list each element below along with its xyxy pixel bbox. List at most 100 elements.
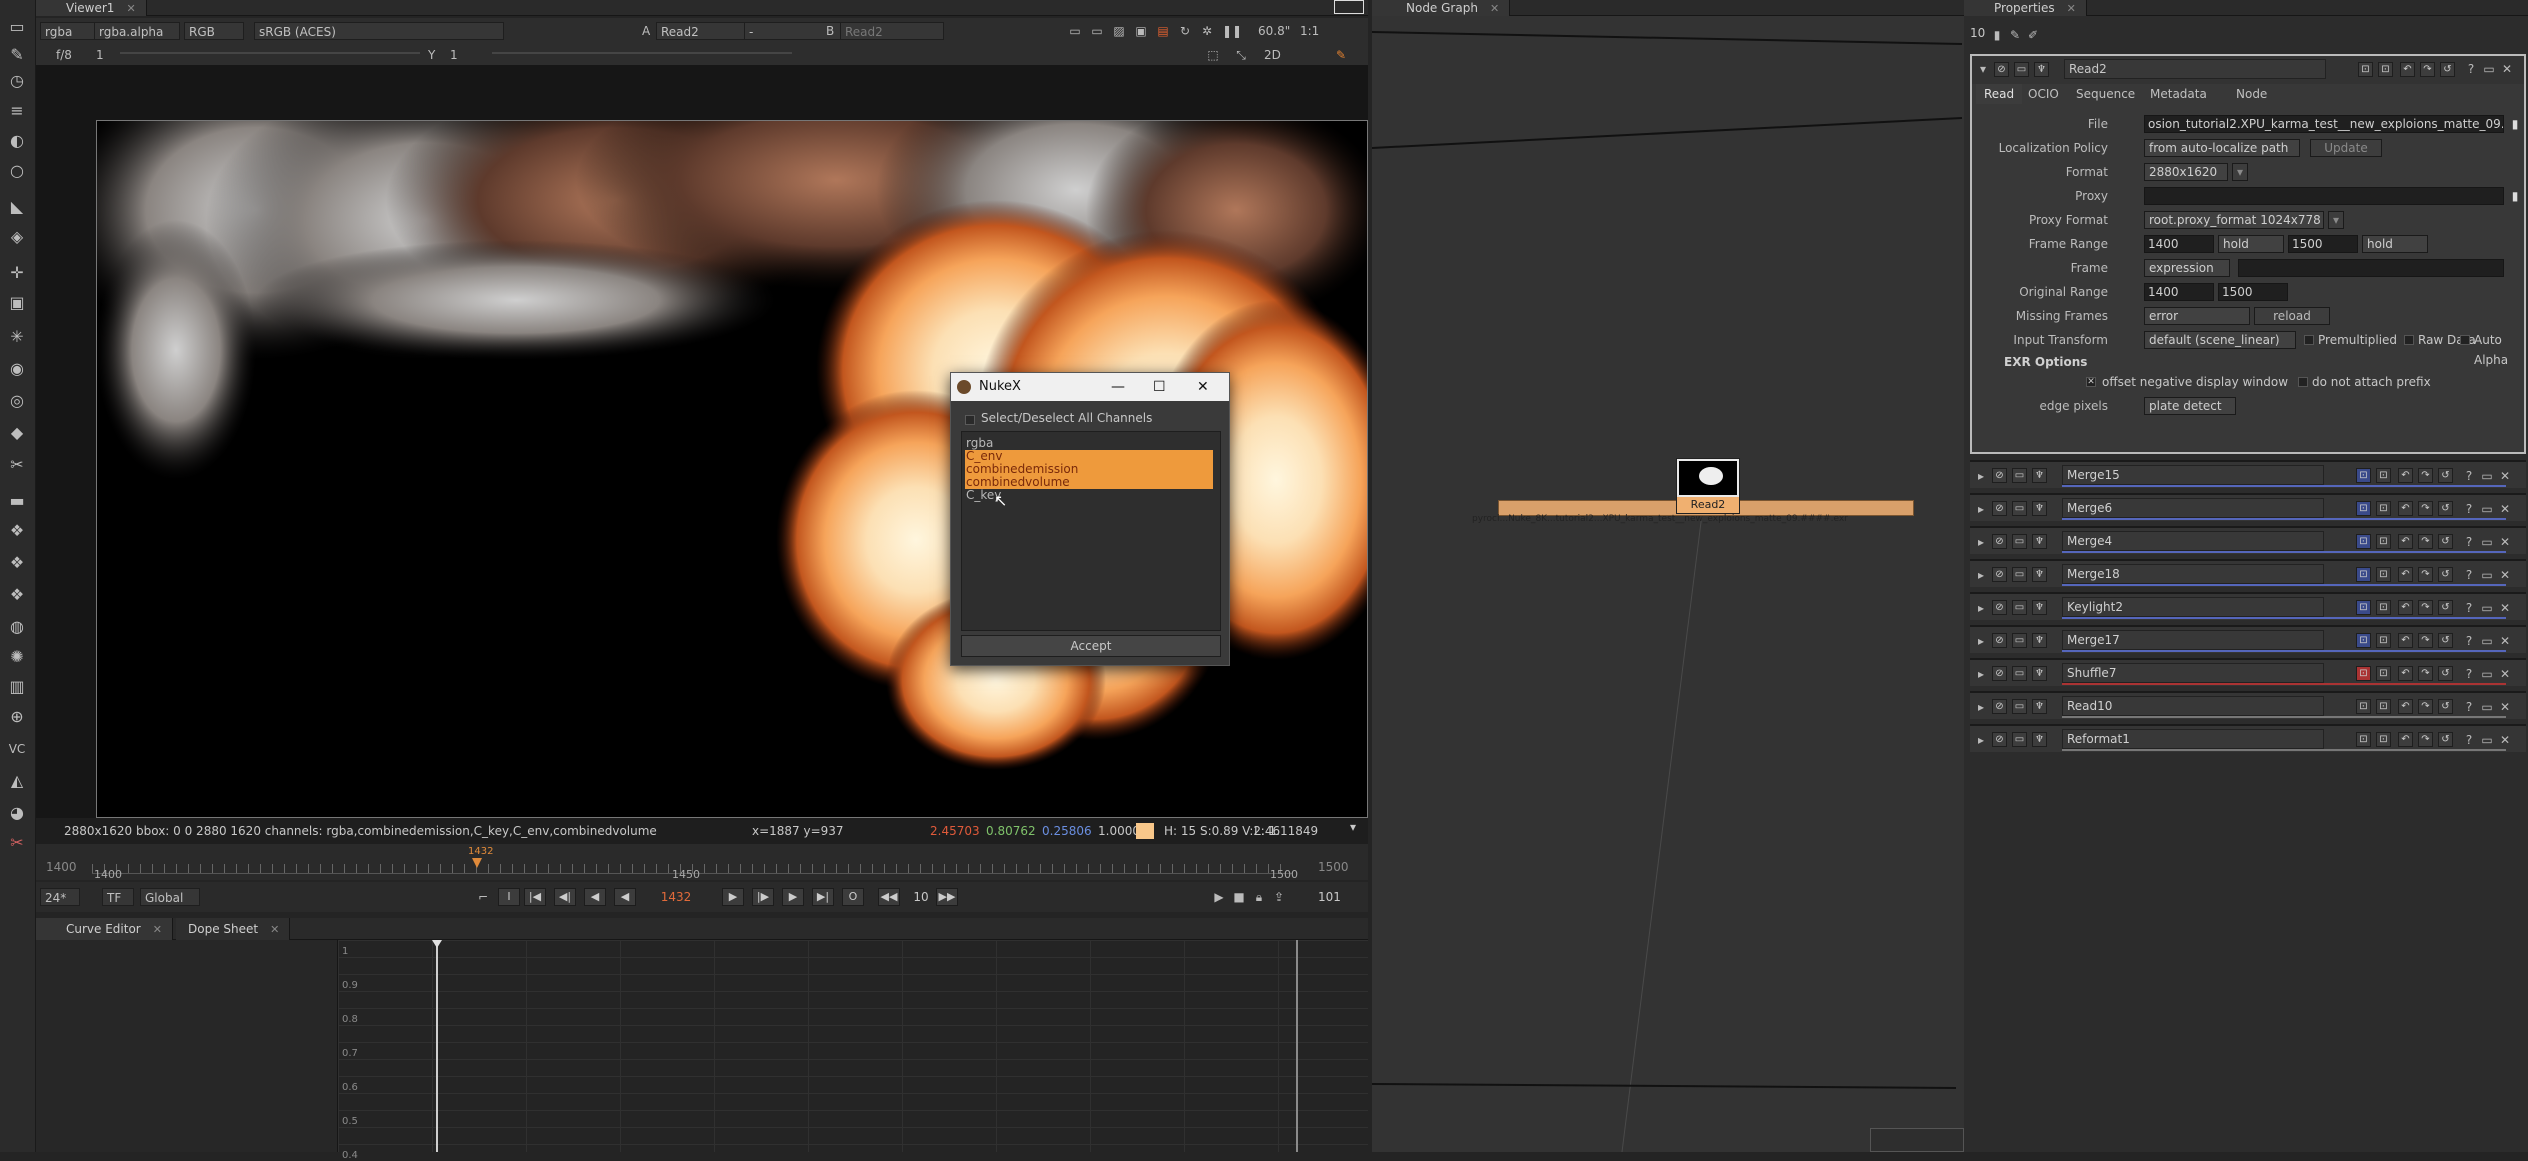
fps-dropdown[interactable]: 24* [40, 888, 80, 906]
expand-icon[interactable]: ▸ [1974, 535, 1988, 549]
read2-node[interactable]: Read2 [1676, 458, 1740, 514]
float-panel-icon[interactable]: ▭ [2480, 601, 2494, 615]
node-color-icon[interactable]: ⊡ [2376, 699, 2391, 714]
close-icon[interactable]: ✕ [270, 923, 279, 936]
disable-icon[interactable]: ⊘ [1992, 699, 2007, 714]
lock-icon[interactable]: 🔒︎ [1252, 890, 1266, 904]
disable-icon[interactable]: ⊘ [1992, 534, 2007, 549]
float-icon[interactable]: ▭ [2012, 666, 2027, 681]
color-tool-icon[interactable]: ◐ [4, 130, 30, 152]
max-panels-field[interactable]: 10 [1970, 26, 1985, 40]
reload-button[interactable]: reload [2254, 307, 2330, 325]
tab-viewer1[interactable]: Viewer1 ✕ [36, 0, 147, 16]
expand-icon[interactable]: ▸ [1974, 667, 1988, 681]
edge-pixels-dropdown[interactable]: plate detect [2144, 397, 2236, 415]
question-icon[interactable]: ? [2462, 568, 2476, 582]
original-end[interactable]: 1500 [2218, 283, 2288, 301]
frame-field[interactable]: 1 [96, 46, 104, 64]
no-prefix-checkbox[interactable] [2298, 377, 2308, 387]
minimize-icon[interactable]: — [1111, 373, 1125, 401]
undo-icon[interactable]: ↶ [2398, 567, 2413, 582]
cara-tool-icon[interactable]: ❖ [4, 584, 30, 606]
float-panel-icon[interactable]: ▭ [2480, 700, 2494, 714]
redo-icon[interactable]: ↷ [2418, 699, 2433, 714]
node-color-icon[interactable]: ⊡ [2376, 600, 2391, 615]
question-icon[interactable]: ? [2462, 469, 2476, 483]
undo-icon[interactable]: ↶ [2398, 666, 2413, 681]
region-icon[interactable]: ⬚ [1206, 48, 1220, 62]
undo-icon[interactable]: ↶ [2398, 699, 2413, 714]
close-icon[interactable]: ✕ [2498, 634, 2512, 648]
close-icon[interactable]: ✕ [1197, 373, 1209, 401]
node-name-field[interactable]: Read2 [2064, 59, 2326, 79]
reset-icon[interactable]: ↺ [2438, 501, 2453, 516]
format-dropdown[interactable]: 2880x1620 [2144, 163, 2228, 181]
undo-icon[interactable]: ↶ [2398, 501, 2413, 516]
help-icon[interactable]: ♆ [2032, 501, 2047, 516]
alpha-channel-dropdown[interactable]: rgba.alpha [94, 22, 180, 40]
smart-vector-tool-icon[interactable]: ✺ [4, 646, 30, 668]
last-frame-button[interactable]: ▶| [812, 888, 834, 906]
close-icon[interactable]: ✕ [2498, 568, 2512, 582]
float-icon[interactable]: ▭ [2012, 534, 2027, 549]
revert-icon[interactable]: ⊡ [2356, 666, 2371, 681]
undo-icon[interactable]: ↶ [2398, 600, 2413, 615]
node-color-icon[interactable]: ⊡ [2376, 567, 2391, 582]
question-icon[interactable]: ? [2462, 502, 2476, 516]
current-frame-field[interactable]: 1432 [648, 888, 704, 906]
disable-icon[interactable]: ⊘ [1992, 666, 2007, 681]
clear-icon[interactable]: ✎ [2008, 28, 2022, 42]
cache-tool-icon[interactable]: ▥ [4, 676, 30, 698]
disable-icon[interactable]: ⊘ [1992, 501, 2007, 516]
reset-icon[interactable]: ↺ [2438, 666, 2453, 681]
tab-curve-editor[interactable]: Curve Editor ✕ [36, 918, 173, 940]
next-keyframe-button[interactable]: ▶ [782, 888, 804, 906]
disable-icon[interactable]: ⊘ [1992, 600, 2007, 615]
undo-icon[interactable]: ↶ [2398, 732, 2413, 747]
node-panel[interactable]: ▸ ⊘ ▭ ♆ Keylight2 ⊡ ⊡ ↶ ↷ ↺? ▭ ✕ [1970, 592, 2526, 620]
refresh-icon[interactable]: ↻ [1178, 24, 1192, 38]
node-color-icon[interactable]: ⊡ [2376, 501, 2391, 516]
select-all-checkbox[interactable] [965, 415, 975, 425]
node-name-field[interactable]: Merge18 [2062, 564, 2324, 584]
time-tool-icon[interactable]: ◷ [4, 70, 30, 92]
help-icon[interactable]: ♆ [2034, 62, 2049, 77]
node-color-icon[interactable]: ⊡ [2376, 633, 2391, 648]
original-start[interactable]: 1400 [2144, 283, 2214, 301]
proxy-folder-icon[interactable]: ▮ [2508, 189, 2522, 203]
step-forward-button[interactable]: ▶▶ [936, 888, 958, 906]
curve-tree-panel[interactable] [36, 940, 338, 1152]
disable-icon[interactable]: ⊘ [1992, 633, 2007, 648]
channel-item[interactable]: rgba [965, 437, 1213, 450]
frame-range-before-dropdown[interactable]: hold [2218, 235, 2284, 253]
node-color-icon[interactable]: ⊡ [2376, 468, 2391, 483]
proxy-format-dropdown[interactable]: root.proxy_format 1024x778 [2144, 211, 2324, 229]
redo-icon[interactable]: ↷ [2418, 732, 2433, 747]
downres-icon[interactable]: ▨ [1112, 24, 1126, 38]
format-menu-button[interactable]: ▾ [2232, 163, 2248, 181]
node-panel[interactable]: ▸ ⊘ ▭ ♆ Shuffle7 ⊡ ⊡ ↶ ↷ ↺? ▭ ✕ [1970, 658, 2526, 686]
raw-data-checkbox[interactable] [2404, 335, 2414, 345]
step-back-button[interactable]: ◀◀ [878, 888, 900, 906]
close-icon[interactable]: ✕ [2500, 62, 2514, 76]
float-panel-icon[interactable]: ▭ [2480, 733, 2494, 747]
node-name-field[interactable]: Shuffle7 [2062, 663, 2324, 683]
node-name-field[interactable]: Read10 [2062, 696, 2324, 716]
revert-icon[interactable]: ⊡ [2358, 62, 2373, 77]
tab-metadata[interactable]: Metadata [2142, 84, 2215, 104]
expand-icon[interactable]: ▸ [1974, 634, 1988, 648]
auto-alpha-checkbox[interactable] [2460, 335, 2470, 345]
close-icon[interactable]: ✕ [2498, 601, 2512, 615]
set-out-button[interactable]: O [842, 888, 864, 906]
curve-graph[interactable]: 1 0.9 0.8 0.7 0.6 0.5 0.4 [338, 940, 1368, 1161]
revert-icon[interactable]: ⊡ [2356, 468, 2371, 483]
proxy-format-menu-button[interactable]: ▾ [2328, 211, 2344, 229]
node-panel[interactable]: ▸ ⊘ ▭ ♆ Merge6 ⊡ ⊡ ↶ ↷ ↺? ▭ ✕ [1970, 493, 2526, 521]
node-panel[interactable]: ▸ ⊘ ▭ ♆ Merge18 ⊡ ⊡ ↶ ↷ ↺? ▭ ✕ [1970, 559, 2526, 587]
question-icon[interactable]: ? [2462, 535, 2476, 549]
range-start-field[interactable]: 1400 [46, 860, 77, 874]
gain-value[interactable]: 60.8" [1258, 22, 1290, 40]
disable-icon[interactable]: ⊘ [1994, 62, 2009, 77]
node-color-icon[interactable]: ⊡ [2376, 666, 2391, 681]
redo-icon[interactable]: ↷ [2418, 534, 2433, 549]
